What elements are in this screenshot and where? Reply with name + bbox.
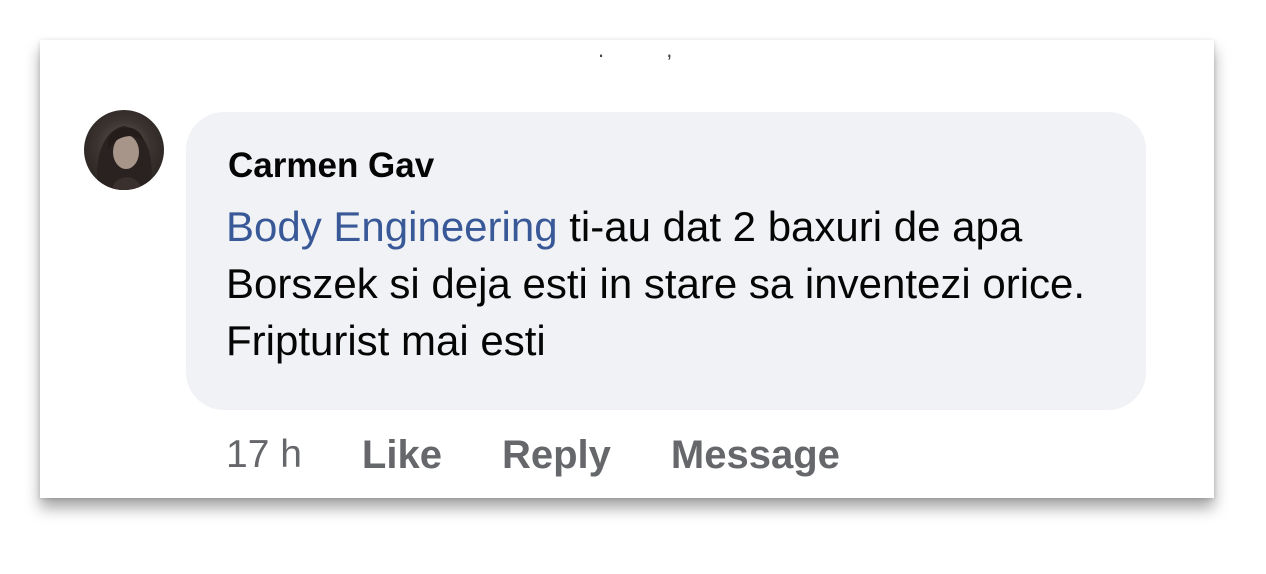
avatar[interactable] [84, 110, 164, 190]
comment-timestamp[interactable]: 17 h [226, 433, 302, 477]
comment-actions: 17 h Like Reply Message [226, 430, 900, 480]
mention-link[interactable]: Body Engineering [226, 203, 558, 250]
reply-button[interactable]: Reply [502, 433, 611, 478]
comment-card: . , Carmen Gav Body Engineering ti-au da… [40, 37, 1214, 498]
avatar-photo-icon [97, 126, 152, 190]
previous-comment-fragment: . , [598, 37, 701, 62]
comment-body: Body Engineering ti-au dat 2 baxuri de a… [226, 198, 1126, 369]
comment-author[interactable]: Carmen Gav [228, 146, 434, 186]
comment-bubble: Carmen Gav Body Engineering ti-au dat 2 … [186, 112, 1146, 410]
like-button[interactable]: Like [362, 433, 442, 478]
message-button[interactable]: Message [671, 433, 840, 478]
